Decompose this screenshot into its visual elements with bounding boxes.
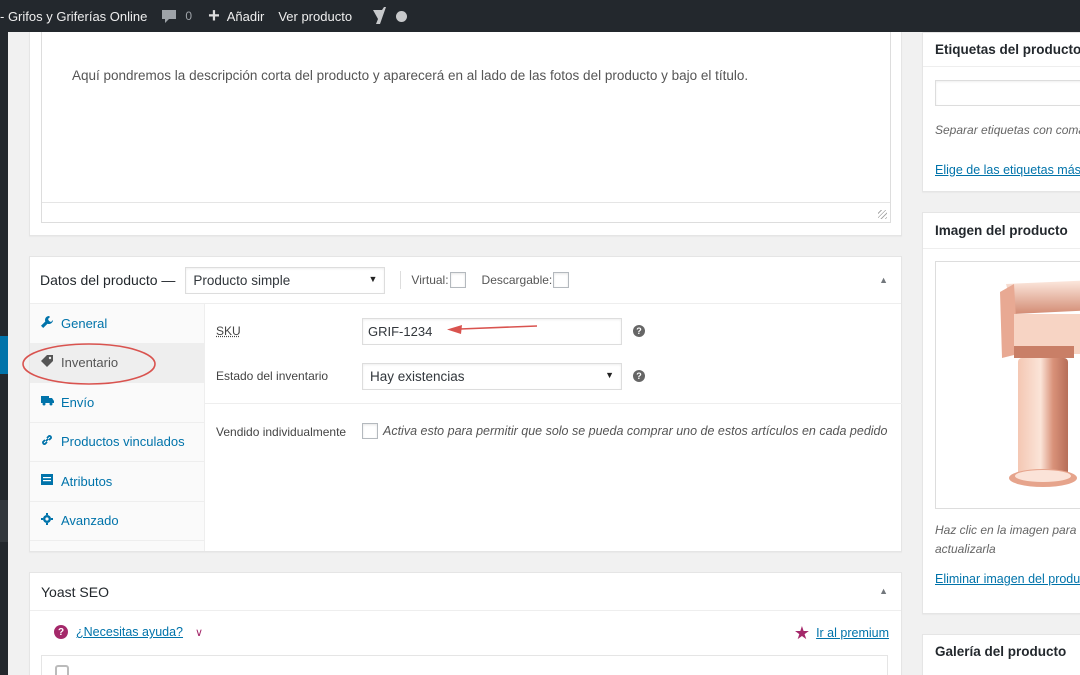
view-product-link[interactable]: Ver producto	[278, 0, 352, 32]
downloadable-option[interactable]: Descargable:	[482, 272, 570, 288]
view-label: Ver producto	[278, 9, 352, 24]
tab-linked-products[interactable]: Productos vinculados	[30, 423, 204, 463]
truck-icon	[40, 395, 54, 409]
inventory-panel: SKU GRIF-1234 ? Estado del inventario Ha…	[205, 304, 902, 551]
choose-tags-link[interactable]: Elige de las etiquetas más	[935, 163, 1080, 177]
product-data-box: Datos del producto — Producto simple ▼ V…	[29, 256, 902, 552]
tab-label: Envío	[61, 395, 94, 410]
tags-input[interactable]	[935, 80, 1080, 106]
product-tags-box: Etiquetas del producto Separar etiquetas…	[922, 32, 1080, 192]
gear-icon	[40, 513, 54, 528]
premium-link[interactable]: Ir al premium	[816, 626, 889, 640]
admin-menu	[0, 32, 8, 675]
dropdown-arrow-icon: ▼	[368, 274, 377, 284]
site-name: - Grifos y Griferías Online	[0, 9, 147, 24]
yoast-icon	[370, 6, 388, 26]
virtual-label: Virtual:	[411, 273, 448, 287]
question-icon: ?	[54, 625, 68, 639]
short-description-text[interactable]: Aquí pondremos la descripción corta del …	[72, 68, 748, 83]
faucet-image	[936, 262, 1080, 509]
short-description-editor[interactable]: Aquí pondremos la descripción corta del …	[41, 32, 891, 223]
sold-individually-label: Vendido individualmente	[216, 425, 346, 439]
yoast-help-toggle[interactable]: ? ¿Necesitas ayuda? ∨	[54, 625, 203, 639]
tab-label: General	[61, 316, 107, 331]
tab-label: Inventario	[61, 355, 118, 370]
list-icon	[40, 474, 54, 488]
site-name-link[interactable]: - Grifos y Griferías Online	[0, 0, 147, 32]
downloadable-checkbox[interactable]	[553, 272, 569, 288]
wrench-icon	[40, 316, 54, 331]
dropdown-arrow-icon: ▼	[605, 370, 614, 380]
tab-inventory[interactable]: Inventario	[30, 344, 204, 384]
product-data-title: Datos del producto —	[40, 272, 175, 288]
tab-attributes[interactable]: Atributos	[30, 462, 204, 502]
stock-help-icon[interactable]: ?	[633, 370, 645, 382]
new-label: Añadir	[227, 9, 265, 24]
tags-divider	[923, 66, 1080, 67]
comments-link[interactable]: 0	[161, 0, 192, 32]
collapse-toggle-icon[interactable]: ▲	[879, 586, 888, 596]
link-icon	[40, 434, 54, 449]
chevron-down-icon: ∨	[195, 626, 203, 639]
product-gallery-box: Galería del producto	[922, 634, 1080, 675]
product-image[interactable]	[935, 261, 1080, 509]
tab-shipping[interactable]: Envío	[30, 383, 204, 423]
stock-status-select[interactable]: Hay existencias ▼	[362, 363, 622, 390]
tab-label: Avanzado	[61, 513, 119, 528]
tab-advanced[interactable]: Avanzado	[30, 502, 204, 542]
product-image-box: Imagen del producto Haz clic en la image…	[922, 212, 1080, 614]
collapse-menu-tab[interactable]	[0, 336, 8, 374]
star-icon: ★	[794, 624, 810, 642]
downloadable-label: Descargable:	[482, 273, 553, 287]
sold-individually-checkbox[interactable]	[362, 423, 378, 439]
sku-input[interactable]: GRIF-1234	[362, 318, 622, 345]
sku-label: SKU	[216, 324, 241, 338]
image-divider	[923, 248, 1080, 249]
resize-handle-icon[interactable]	[878, 210, 887, 219]
virtual-option[interactable]: Virtual:	[411, 272, 465, 288]
yoast-title: Yoast SEO	[41, 584, 109, 600]
seo-score-indicator[interactable]	[396, 0, 407, 32]
tags-title: Etiquetas del producto	[935, 42, 1080, 57]
editor-status-bar	[42, 202, 890, 222]
remove-image-link[interactable]: Eliminar imagen del producto	[935, 572, 1080, 586]
status-dot-icon	[396, 11, 407, 22]
yoast-seo-box: Yoast SEO ▲ ? ¿Necesitas ayuda? ∨ ★ Ir a…	[29, 572, 902, 675]
product-data-header: Datos del producto — Producto simple ▼ V…	[30, 257, 901, 304]
tags-hint: Separar etiquetas con coma	[935, 121, 1080, 139]
image-hint-line1: Haz clic en la imagen para	[935, 521, 1076, 539]
product-data-tabs: General Inventario Envío Productos vincu…	[30, 304, 205, 551]
image-hint-line2: actualizarla	[935, 540, 996, 558]
yoast-divider	[30, 610, 901, 611]
traffic-light-icon	[55, 665, 69, 675]
comments-count: 0	[185, 9, 192, 23]
tab-general[interactable]: General	[30, 304, 204, 344]
gallery-title: Galería del producto	[935, 644, 1066, 659]
product-type-value: Producto simple	[193, 273, 290, 288]
virtual-checkbox[interactable]	[450, 272, 466, 288]
short-description-box: Aquí pondremos la descripción corta del …	[29, 32, 902, 236]
yoast-menu[interactable]	[370, 0, 388, 32]
header-divider	[400, 271, 401, 289]
tab-label: Atributos	[61, 474, 112, 489]
collapse-toggle-icon[interactable]: ▲	[879, 275, 888, 285]
tag-icon	[40, 355, 54, 370]
tab-label: Productos vinculados	[61, 434, 185, 449]
help-link[interactable]: ¿Necesitas ayuda?	[76, 625, 183, 639]
comment-icon	[161, 9, 177, 24]
admin-bar: - Grifos y Griferías Online 0 + Añadir V…	[0, 0, 1080, 32]
sku-help-icon[interactable]: ?	[633, 325, 645, 337]
sold-individually-description: Activa esto para permitir que solo se pu…	[383, 424, 887, 438]
image-title: Imagen del producto	[935, 223, 1068, 238]
admin-menu-item[interactable]	[0, 500, 8, 542]
premium-link-group[interactable]: ★ Ir al premium	[794, 624, 889, 642]
stock-status-value: Hay existencias	[370, 369, 465, 384]
product-type-select[interactable]: Producto simple ▼	[185, 267, 385, 294]
stock-status-label: Estado del inventario	[216, 369, 328, 383]
new-content-link[interactable]: + Añadir	[208, 0, 264, 32]
sku-value: GRIF-1234	[368, 324, 432, 339]
plus-icon: +	[208, 6, 220, 26]
panel-divider	[205, 403, 902, 404]
yoast-analysis-panel	[41, 655, 888, 675]
